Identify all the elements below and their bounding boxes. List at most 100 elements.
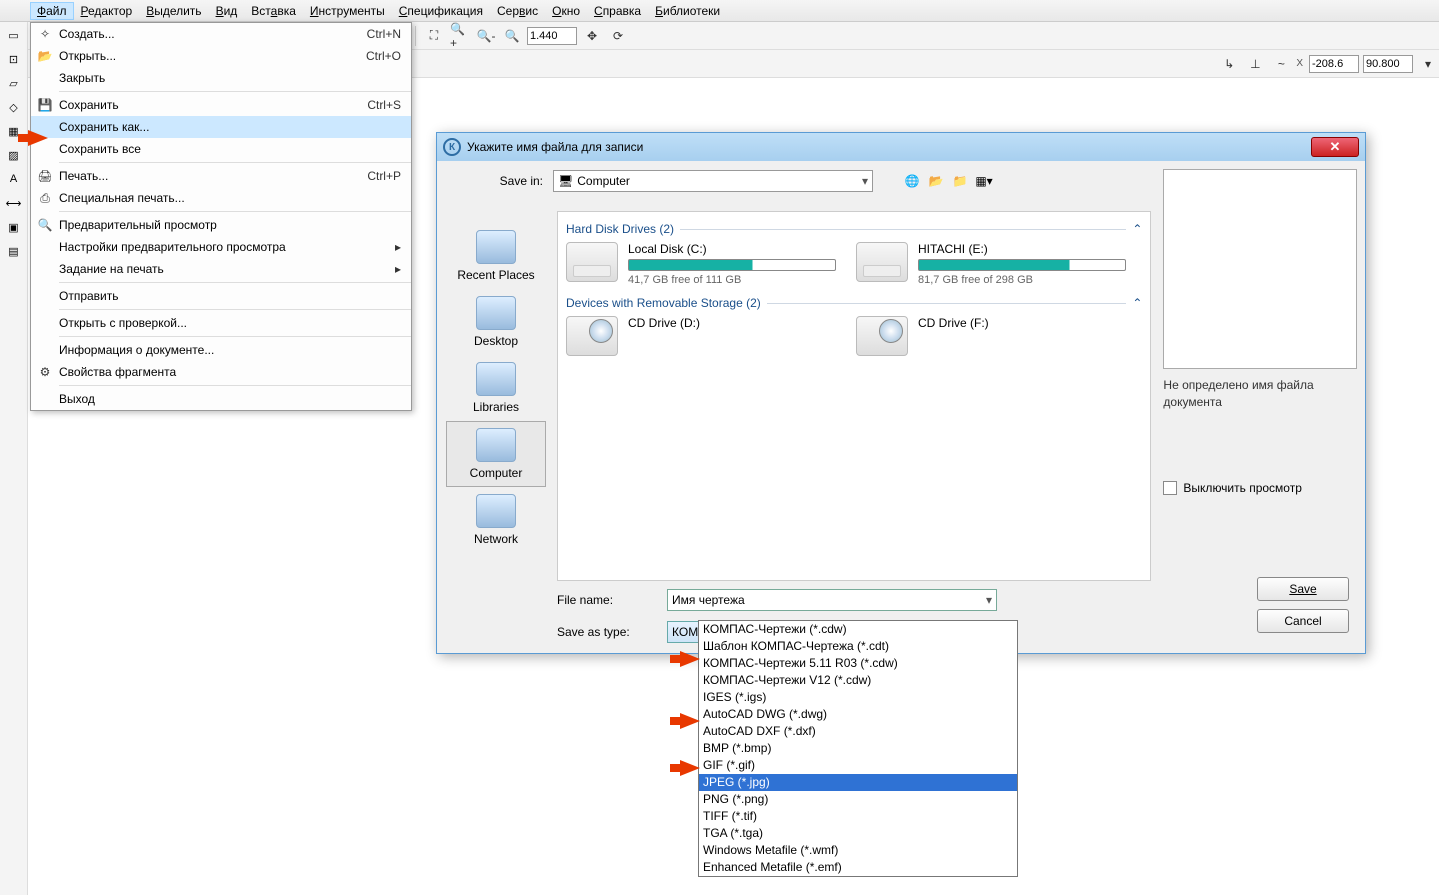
menu-item[interactable]: Отправить <box>31 285 411 307</box>
dim-icon[interactable]: ⟷ <box>3 192 25 214</box>
menu-item[interactable]: Сохранить как... <box>31 116 411 138</box>
place-icon <box>476 428 516 462</box>
place-icon <box>476 230 516 264</box>
tool2-icon[interactable]: ▱ <box>3 72 25 94</box>
perp-icon[interactable]: ⊥ <box>1244 53 1266 75</box>
separator <box>415 26 416 46</box>
drive-item[interactable]: HITACHI (E:) 81,7 GB free of 298 GB <box>856 242 1126 286</box>
place-item[interactable]: Desktop <box>446 289 546 355</box>
menu-item[interactable]: 🖨Печать...Ctrl+P <box>31 165 411 187</box>
save-in-combo[interactable]: 🖥 Computer <box>553 170 873 192</box>
dialog-titlebar[interactable]: К Укажите имя файла для записи ✕ <box>437 133 1365 161</box>
drive-item[interactable]: Local Disk (C:) 41,7 GB free of 111 GB <box>566 242 836 286</box>
format-option[interactable]: TIFF (*.tif) <box>699 808 1017 825</box>
format-option[interactable]: GIF (*.gif) <box>699 757 1017 774</box>
menu-item[interactable]: Задание на печать▸ <box>31 258 411 280</box>
tilde-icon[interactable]: ~ <box>1270 53 1292 75</box>
format-option[interactable]: Шаблон КОМПАС-Чертежа (*.cdt) <box>699 638 1017 655</box>
format-option[interactable]: AutoCAD DXF (*.dxf) <box>699 723 1017 740</box>
annotation-arrow <box>680 713 700 729</box>
cd-drive-item[interactable]: CD Drive (D:) <box>566 316 836 356</box>
menu-item[interactable]: Открыть с проверкой... <box>31 312 411 334</box>
format-option[interactable]: КОМПАС-Чертежи (*.cdw) <box>699 621 1017 638</box>
axis-icon[interactable]: ↳ <box>1218 53 1240 75</box>
menubar-item-библиотеки[interactable]: Библиотеки <box>648 2 727 20</box>
menu-item[interactable]: Выход <box>31 388 411 410</box>
menubar-item-справка[interactable]: Справка <box>587 2 648 20</box>
zoom-out-icon[interactable]: 🔍- <box>475 25 497 47</box>
menubar-item-файл[interactable]: Файл <box>30 2 74 20</box>
menubar-item-вид[interactable]: Вид <box>209 2 245 20</box>
place-item[interactable]: Libraries <box>446 355 546 421</box>
menubar-item-спецификация[interactable]: Спецификация <box>392 2 490 20</box>
place-label: Network <box>447 532 545 546</box>
menu-item[interactable]: 📂Открыть...Ctrl+O <box>31 45 411 67</box>
menu-item[interactable]: Закрыть <box>31 67 411 89</box>
coord-x-input[interactable] <box>1309 55 1359 73</box>
collapse-icon[interactable]: ⌃ <box>1132 222 1142 236</box>
cd-drive-item[interactable]: CD Drive (F:) <box>856 316 1126 356</box>
menu-item[interactable]: ⚙Свойства фрагмента <box>31 361 411 383</box>
menu-item[interactable]: Информация о документе... <box>31 339 411 361</box>
back-icon[interactable]: 🌐 <box>903 172 921 190</box>
hdd-icon <box>566 242 618 282</box>
format-option[interactable]: JPEG (*.jpg) <box>699 774 1017 791</box>
menu-item[interactable]: 🔍Предварительный просмотр <box>31 214 411 236</box>
zoom-fit-icon[interactable]: ⛶ <box>423 25 445 47</box>
place-item[interactable]: Network <box>446 487 546 553</box>
menu-shortcut: Ctrl+O <box>366 49 401 63</box>
app-icon: К <box>443 138 461 156</box>
newfolder-icon[interactable]: 📁 <box>951 172 969 190</box>
menu-item[interactable]: Сохранить все <box>31 138 411 160</box>
refresh-icon[interactable]: ⟳ <box>607 25 629 47</box>
computer-icon: 🖥 <box>558 174 573 188</box>
format-option[interactable]: Windows Metafile (*.wmf) <box>699 842 1017 859</box>
format-option[interactable]: IGES (*.igs) <box>699 689 1017 706</box>
menubar-item-редактор[interactable]: Редактор <box>74 2 140 20</box>
format-option[interactable]: КОМПАС-Чертежи 5.11 R03 (*.cdw) <box>699 655 1017 672</box>
menubar-item-окно[interactable]: Окно <box>545 2 587 20</box>
preview-text: Не определено имя файла документа <box>1163 377 1357 411</box>
zoom-window-icon[interactable]: 🔍 <box>501 25 523 47</box>
format-option[interactable]: PNG (*.png) <box>699 791 1017 808</box>
save-button[interactable]: Save <box>1257 577 1349 601</box>
dropdown-icon[interactable]: ▾ <box>1417 53 1439 75</box>
zoom-level-input[interactable] <box>527 27 577 45</box>
menu-item[interactable]: Настройки предварительного просмотра▸ <box>31 236 411 258</box>
format-option[interactable]: Enhanced Metafile (*.emf) <box>699 859 1017 876</box>
menubar-item-вставка[interactable]: Вставка <box>244 2 303 20</box>
hatch-icon[interactable]: ▨ <box>3 144 25 166</box>
tab-icon[interactable]: ▭ <box>3 24 25 46</box>
menu-item[interactable]: 💾СохранитьCtrl+S <box>31 94 411 116</box>
coord-y-input[interactable] <box>1363 55 1413 73</box>
format-dropdown-list[interactable]: КОМПАС-Чертежи (*.cdw)Шаблон КОМПАС-Черт… <box>698 620 1018 877</box>
menu-item[interactable]: ✧Создать...Ctrl+N <box>31 23 411 45</box>
format-option[interactable]: КОМПАС-Чертежи V12 (*.cdw) <box>699 672 1017 689</box>
view-icon[interactable]: ▦▾ <box>975 172 993 190</box>
menubar-item-выделить[interactable]: Выделить <box>139 2 208 20</box>
menu-shortcut: Ctrl+N <box>367 27 401 41</box>
pan-icon[interactable]: ✥ <box>581 25 603 47</box>
box-icon[interactable]: ▣ <box>3 216 25 238</box>
menu-item[interactable]: ⎙Специальная печать... <box>31 187 411 209</box>
tool1-icon[interactable]: ⊡ <box>3 48 25 70</box>
box2-icon[interactable]: ▤ <box>3 240 25 262</box>
zoom-in-icon[interactable]: 🔍+ <box>449 25 471 47</box>
section-title: Hard Disk Drives (2) <box>566 222 674 236</box>
tool3-icon[interactable]: ◇ <box>3 96 25 118</box>
filename-combo[interactable]: Имя чертежа <box>667 589 997 611</box>
place-item[interactable]: Recent Places <box>446 223 546 289</box>
format-option[interactable]: BMP (*.bmp) <box>699 740 1017 757</box>
place-item[interactable]: Computer <box>446 421 546 487</box>
menubar-item-сервис[interactable]: Сервис <box>490 2 545 20</box>
close-button[interactable]: ✕ <box>1311 137 1359 157</box>
collapse-icon[interactable]: ⌃ <box>1132 296 1142 310</box>
up-icon[interactable]: 📂 <box>927 172 945 190</box>
text-icon[interactable]: A <box>3 168 25 190</box>
disable-preview-checkbox[interactable] <box>1163 481 1177 495</box>
menubar-item-инструменты[interactable]: Инструменты <box>303 2 392 20</box>
menubar: ФайлРедакторВыделитьВидВставкаИнструмент… <box>0 0 1439 22</box>
cancel-button[interactable]: Cancel <box>1257 609 1349 633</box>
format-option[interactable]: AutoCAD DWG (*.dwg) <box>699 706 1017 723</box>
format-option[interactable]: TGA (*.tga) <box>699 825 1017 842</box>
